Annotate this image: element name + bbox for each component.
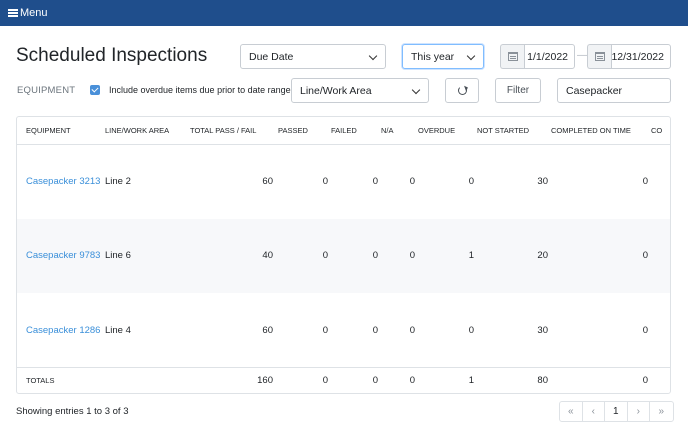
line-cell: Line 4 bbox=[105, 324, 131, 336]
end-date-picker[interactable]: 12/31/2022 bbox=[587, 44, 671, 69]
passed-cell: 0 bbox=[322, 324, 328, 336]
totals-total-cell: 160 bbox=[190, 367, 278, 393]
calendar-icon-button[interactable] bbox=[587, 44, 611, 69]
column-header-not-started[interactable]: NOT STARTED bbox=[477, 117, 551, 145]
equipment-link[interactable]: Casepacker 1286 bbox=[26, 325, 100, 336]
total-cell: 40 bbox=[262, 250, 273, 262]
totals-overdue-cell: 1 bbox=[418, 367, 477, 393]
column-header-failed[interactable]: FAILED bbox=[331, 117, 381, 145]
completed-on-time-cell: 0 bbox=[642, 324, 648, 336]
totals-completed-on-time-cell: 0 bbox=[551, 367, 651, 393]
calendar-icon-button[interactable] bbox=[500, 44, 524, 69]
entries-summary: Showing entries 1 to 3 of 3 bbox=[16, 406, 129, 417]
overdue-cell: 0 bbox=[468, 324, 474, 336]
end-date-input[interactable]: 12/31/2022 bbox=[611, 44, 671, 69]
start-date-input[interactable]: 1/1/2022 bbox=[524, 44, 575, 69]
failed-cell: 0 bbox=[372, 324, 378, 336]
line-work-area-select[interactable]: Line/Work Area bbox=[291, 78, 429, 103]
not-started-cell: 20 bbox=[537, 250, 548, 262]
calendar-icon bbox=[594, 52, 605, 61]
pager-page-1-button[interactable]: 1 bbox=[605, 402, 628, 421]
total-cell: 60 bbox=[262, 324, 273, 336]
chevron-down-icon bbox=[466, 51, 476, 61]
column-header-total-pass-fail[interactable]: TOTAL PASS / FAIL bbox=[190, 117, 278, 145]
totals-not-started-cell: 80 bbox=[477, 367, 551, 393]
overdue-cell: 0 bbox=[468, 176, 474, 187]
start-date-picker[interactable]: 1/1/2022 bbox=[500, 44, 575, 69]
column-header-overdue[interactable]: OVERDUE bbox=[418, 117, 477, 145]
totals-passed-cell: 0 bbox=[278, 367, 331, 393]
totals-failed-cell: 0 bbox=[331, 367, 381, 393]
failed-cell: 0 bbox=[372, 250, 378, 262]
column-header-na[interactable]: N/A bbox=[381, 117, 418, 145]
refresh-button[interactable] bbox=[445, 78, 479, 103]
na-cell: 0 bbox=[409, 324, 415, 336]
overdue-cell: 1 bbox=[468, 250, 474, 262]
calendar-icon bbox=[507, 52, 518, 61]
equipment-search-input[interactable]: Casepacker bbox=[557, 78, 671, 103]
line-cell: Line 6 bbox=[105, 250, 131, 262]
pager-first-button[interactable]: « bbox=[560, 402, 583, 421]
date-field-select[interactable]: Due Date bbox=[240, 44, 386, 69]
equipment-link[interactable]: Casepacker 9783 bbox=[26, 250, 100, 261]
equipment-link[interactable]: Casepacker 3213 bbox=[26, 176, 100, 187]
pager-last-button[interactable]: » bbox=[650, 402, 673, 421]
na-cell: 0 bbox=[409, 176, 415, 187]
passed-cell: 0 bbox=[322, 250, 328, 262]
table-row: Casepacker 3213 Line 2 60 0 0 0 0 30 0 bbox=[17, 144, 670, 219]
passed-cell: 0 bbox=[322, 176, 328, 187]
line-cell: Line 2 bbox=[105, 176, 131, 187]
menu-button-label[interactable]: Menu bbox=[20, 7, 48, 19]
total-cell: 60 bbox=[262, 176, 273, 187]
na-cell: 0 bbox=[409, 250, 415, 262]
column-header-completed-partial[interactable]: CO bbox=[651, 117, 670, 145]
totals-label: TOTALS bbox=[17, 367, 105, 393]
not-started-cell: 30 bbox=[537, 176, 548, 187]
period-select[interactable]: This year bbox=[402, 44, 484, 69]
totals-na-cell: 0 bbox=[381, 367, 418, 393]
pager-next-button[interactable]: › bbox=[628, 402, 650, 421]
table-header-row: EQUIPMENT LINE/WORK AREA TOTAL PASS / FA… bbox=[17, 117, 670, 145]
column-header-line-work-area[interactable]: LINE/WORK AREA bbox=[105, 117, 190, 145]
column-header-passed[interactable]: PASSED bbox=[278, 117, 331, 145]
not-started-cell: 30 bbox=[537, 324, 548, 336]
filter-button[interactable]: Filter bbox=[495, 78, 541, 103]
include-overdue-checkbox[interactable] bbox=[90, 85, 100, 95]
period-select-value: This year bbox=[411, 50, 455, 63]
pagination: « ‹ 1 › » bbox=[559, 401, 674, 422]
failed-cell: 0 bbox=[372, 176, 378, 187]
column-header-completed-on-time[interactable]: COMPLETED ON TIME bbox=[551, 117, 651, 145]
date-field-select-value: Due Date bbox=[249, 50, 294, 63]
table-row: Casepacker 1286 Line 4 60 0 0 0 0 30 0 bbox=[17, 293, 670, 368]
line-work-area-select-value: Line/Work Area bbox=[300, 84, 372, 97]
completed-on-time-cell: 0 bbox=[642, 176, 648, 187]
hamburger-menu-icon[interactable] bbox=[8, 9, 18, 17]
pager-prev-button[interactable]: ‹ bbox=[583, 402, 605, 421]
include-overdue-label[interactable]: Include overdue items due prior to date … bbox=[109, 85, 291, 95]
equipment-label: EQUIPMENT bbox=[17, 85, 76, 96]
top-navbar: Menu bbox=[0, 0, 688, 26]
column-header-equipment[interactable]: EQUIPMENT bbox=[17, 117, 105, 145]
table-row: Casepacker 9783 Line 6 40 0 0 0 1 20 0 bbox=[17, 218, 670, 293]
inspections-table: EQUIPMENT LINE/WORK AREA TOTAL PASS / FA… bbox=[16, 116, 671, 394]
refresh-icon bbox=[457, 86, 467, 95]
chevron-down-icon bbox=[411, 85, 421, 95]
chevron-down-icon bbox=[368, 51, 378, 61]
page-title: Scheduled Inspections bbox=[16, 45, 208, 66]
completed-on-time-cell: 0 bbox=[642, 250, 648, 262]
totals-row: TOTALS 160 0 0 0 1 80 0 bbox=[17, 367, 670, 393]
date-range-separator: — bbox=[577, 50, 587, 61]
